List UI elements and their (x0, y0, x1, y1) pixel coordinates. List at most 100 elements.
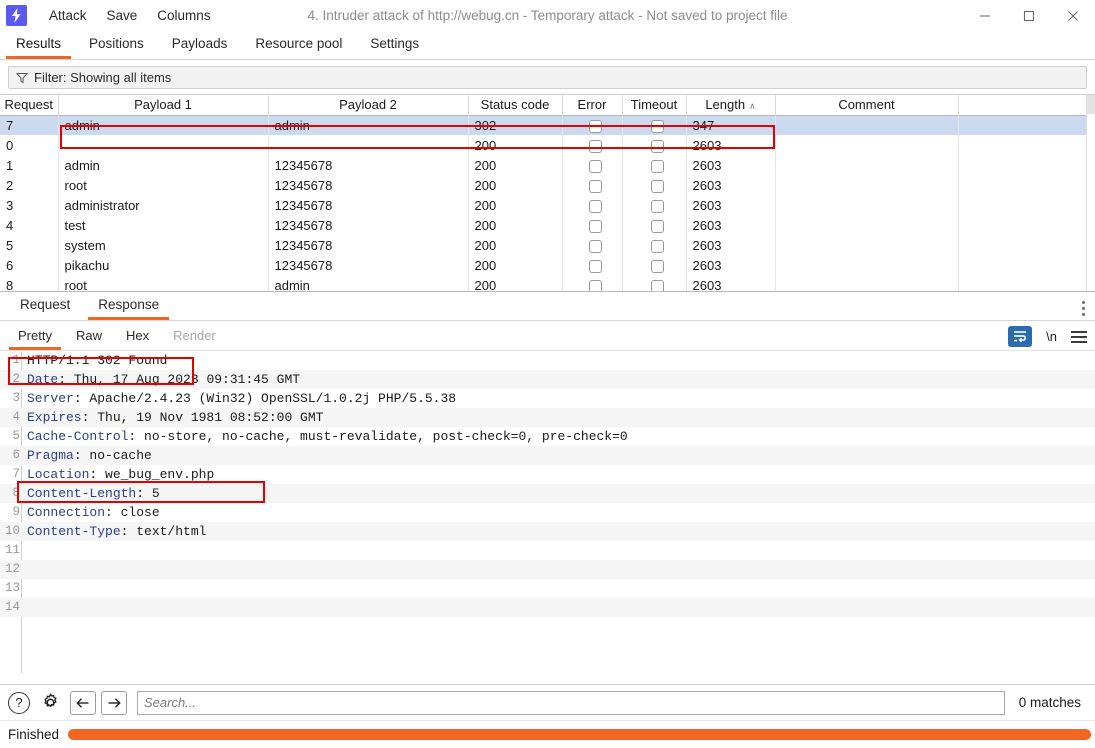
error-checkbox-icon[interactable] (589, 240, 602, 253)
line-text: Pragma: no-cache (27, 446, 152, 465)
cell-timeout-checkbox[interactable] (622, 175, 686, 195)
filter-bar-container: Filter: Showing all items (0, 60, 1095, 94)
col-header-error[interactable]: Error (562, 95, 622, 115)
response-line: 3Server: Apache/2.4.23 (Win32) OpenSSL/1… (0, 389, 1095, 408)
progress-bar (68, 729, 1091, 740)
table-row[interactable]: 4test123456782002603 (0, 215, 1087, 235)
tab-results[interactable]: Results (2, 31, 75, 59)
table-row[interactable]: 5system123456782002603 (0, 235, 1087, 255)
cell-filler (958, 215, 1087, 235)
timeout-checkbox-icon[interactable] (651, 240, 664, 253)
error-checkbox-icon[interactable] (589, 160, 602, 173)
cell-length: 2603 (686, 275, 775, 292)
tab-request[interactable]: Request (6, 292, 84, 320)
hamburger-menu-icon[interactable] (1071, 331, 1087, 343)
menu-columns[interactable]: Columns (147, 0, 220, 31)
cell-error-checkbox[interactable] (562, 195, 622, 215)
table-row[interactable]: 6pikachu123456782002603 (0, 255, 1087, 275)
tab-resource-pool[interactable]: Resource pool (241, 31, 356, 59)
col-header-status[interactable]: Status code (468, 95, 562, 115)
table-row[interactable]: 3administrator123456782002603 (0, 195, 1087, 215)
table-row[interactable]: 1admin123456782002603 (0, 155, 1087, 175)
cell-error-checkbox[interactable] (562, 275, 622, 292)
tab-settings[interactable]: Settings (356, 31, 433, 59)
error-checkbox-icon[interactable] (589, 200, 602, 213)
cell-timeout-checkbox[interactable] (622, 195, 686, 215)
word-wrap-icon[interactable] (1008, 326, 1032, 347)
cell-timeout-checkbox[interactable] (622, 275, 686, 292)
cell-payload2: admin (268, 115, 468, 135)
arrow-left-icon[interactable] (70, 691, 96, 715)
cell-length: 2603 (686, 175, 775, 195)
scrollbar-thumb[interactable] (1087, 95, 1095, 114)
minimize-icon[interactable] (963, 0, 1007, 31)
error-checkbox-icon[interactable] (589, 220, 602, 233)
col-header-comment[interactable]: Comment (775, 95, 958, 115)
more-options-icon[interactable] (1082, 301, 1085, 316)
cell-error-checkbox[interactable] (562, 215, 622, 235)
table-row[interactable]: 02002603 (0, 135, 1087, 155)
cell-error-checkbox[interactable] (562, 135, 622, 155)
help-question-icon[interactable]: ? (8, 692, 30, 714)
header-name: Expires (27, 410, 82, 425)
tab-pretty[interactable]: Pretty (6, 324, 64, 350)
cell-payload2: admin (268, 275, 468, 292)
menu-attack[interactable]: Attack (39, 0, 97, 31)
cell-error-checkbox[interactable] (562, 175, 622, 195)
cell-error-checkbox[interactable] (562, 155, 622, 175)
cell-error-checkbox[interactable] (562, 115, 622, 135)
newline-toggle[interactable]: \n (1046, 329, 1057, 344)
timeout-checkbox-icon[interactable] (651, 120, 664, 133)
tab-raw[interactable]: Raw (64, 324, 114, 350)
cell-error-checkbox[interactable] (562, 235, 622, 255)
col-header-payload1[interactable]: Payload 1 (58, 95, 268, 115)
col-header-length[interactable]: Length∧ (686, 95, 775, 115)
tab-positions[interactable]: Positions (75, 31, 158, 59)
cell-status-code: 200 (468, 275, 562, 292)
error-checkbox-icon[interactable] (589, 180, 602, 193)
header-value: : we_bug_env.php (89, 467, 214, 482)
maximize-icon[interactable] (1007, 0, 1051, 31)
table-row[interactable]: 7adminadmin302347 (0, 115, 1087, 135)
error-checkbox-icon[interactable] (589, 120, 602, 133)
close-icon[interactable] (1051, 0, 1095, 31)
error-checkbox-icon[interactable] (589, 260, 602, 273)
line-number: 13 (0, 579, 20, 598)
menu-save[interactable]: Save (97, 0, 148, 31)
funnel-icon (16, 72, 28, 84)
filter-bar[interactable]: Filter: Showing all items (8, 66, 1087, 89)
response-line: 8Content-Length: 5 (0, 484, 1095, 503)
cell-error-checkbox[interactable] (562, 255, 622, 275)
col-header-request[interactable]: Request (0, 95, 58, 115)
timeout-checkbox-icon[interactable] (651, 220, 664, 233)
search-input[interactable] (137, 691, 1005, 715)
arrow-right-icon[interactable] (101, 691, 127, 715)
cell-timeout-checkbox[interactable] (622, 115, 686, 135)
table-row[interactable]: 8rootadmin2002603 (0, 275, 1087, 292)
cell-status-code: 200 (468, 255, 562, 275)
cell-timeout-checkbox[interactable] (622, 135, 686, 155)
results-vertical-scrollbar[interactable] (1086, 95, 1095, 291)
timeout-checkbox-icon[interactable] (651, 140, 664, 153)
timeout-checkbox-icon[interactable] (651, 180, 664, 193)
timeout-checkbox-icon[interactable] (651, 160, 664, 173)
cell-timeout-checkbox[interactable] (622, 255, 686, 275)
error-checkbox-icon[interactable] (589, 280, 602, 292)
response-viewer[interactable]: 1HTTP/1.1 302 Found2Date: Thu, 17 Aug 20… (0, 351, 1095, 673)
timeout-checkbox-icon[interactable] (651, 280, 664, 292)
header-name: Location (27, 467, 89, 482)
col-header-timeout[interactable]: Timeout (622, 95, 686, 115)
timeout-checkbox-icon[interactable] (651, 260, 664, 273)
error-checkbox-icon[interactable] (589, 140, 602, 153)
timeout-checkbox-icon[interactable] (651, 200, 664, 213)
col-header-payload2[interactable]: Payload 2 (268, 95, 468, 115)
table-row[interactable]: 2root123456782002603 (0, 175, 1087, 195)
cell-timeout-checkbox[interactable] (622, 155, 686, 175)
tab-hex[interactable]: Hex (114, 324, 161, 350)
cell-status-code: 200 (468, 175, 562, 195)
gear-icon[interactable] (38, 691, 62, 715)
tab-payloads[interactable]: Payloads (158, 31, 242, 59)
cell-timeout-checkbox[interactable] (622, 235, 686, 255)
tab-response[interactable]: Response (84, 292, 173, 320)
cell-timeout-checkbox[interactable] (622, 215, 686, 235)
